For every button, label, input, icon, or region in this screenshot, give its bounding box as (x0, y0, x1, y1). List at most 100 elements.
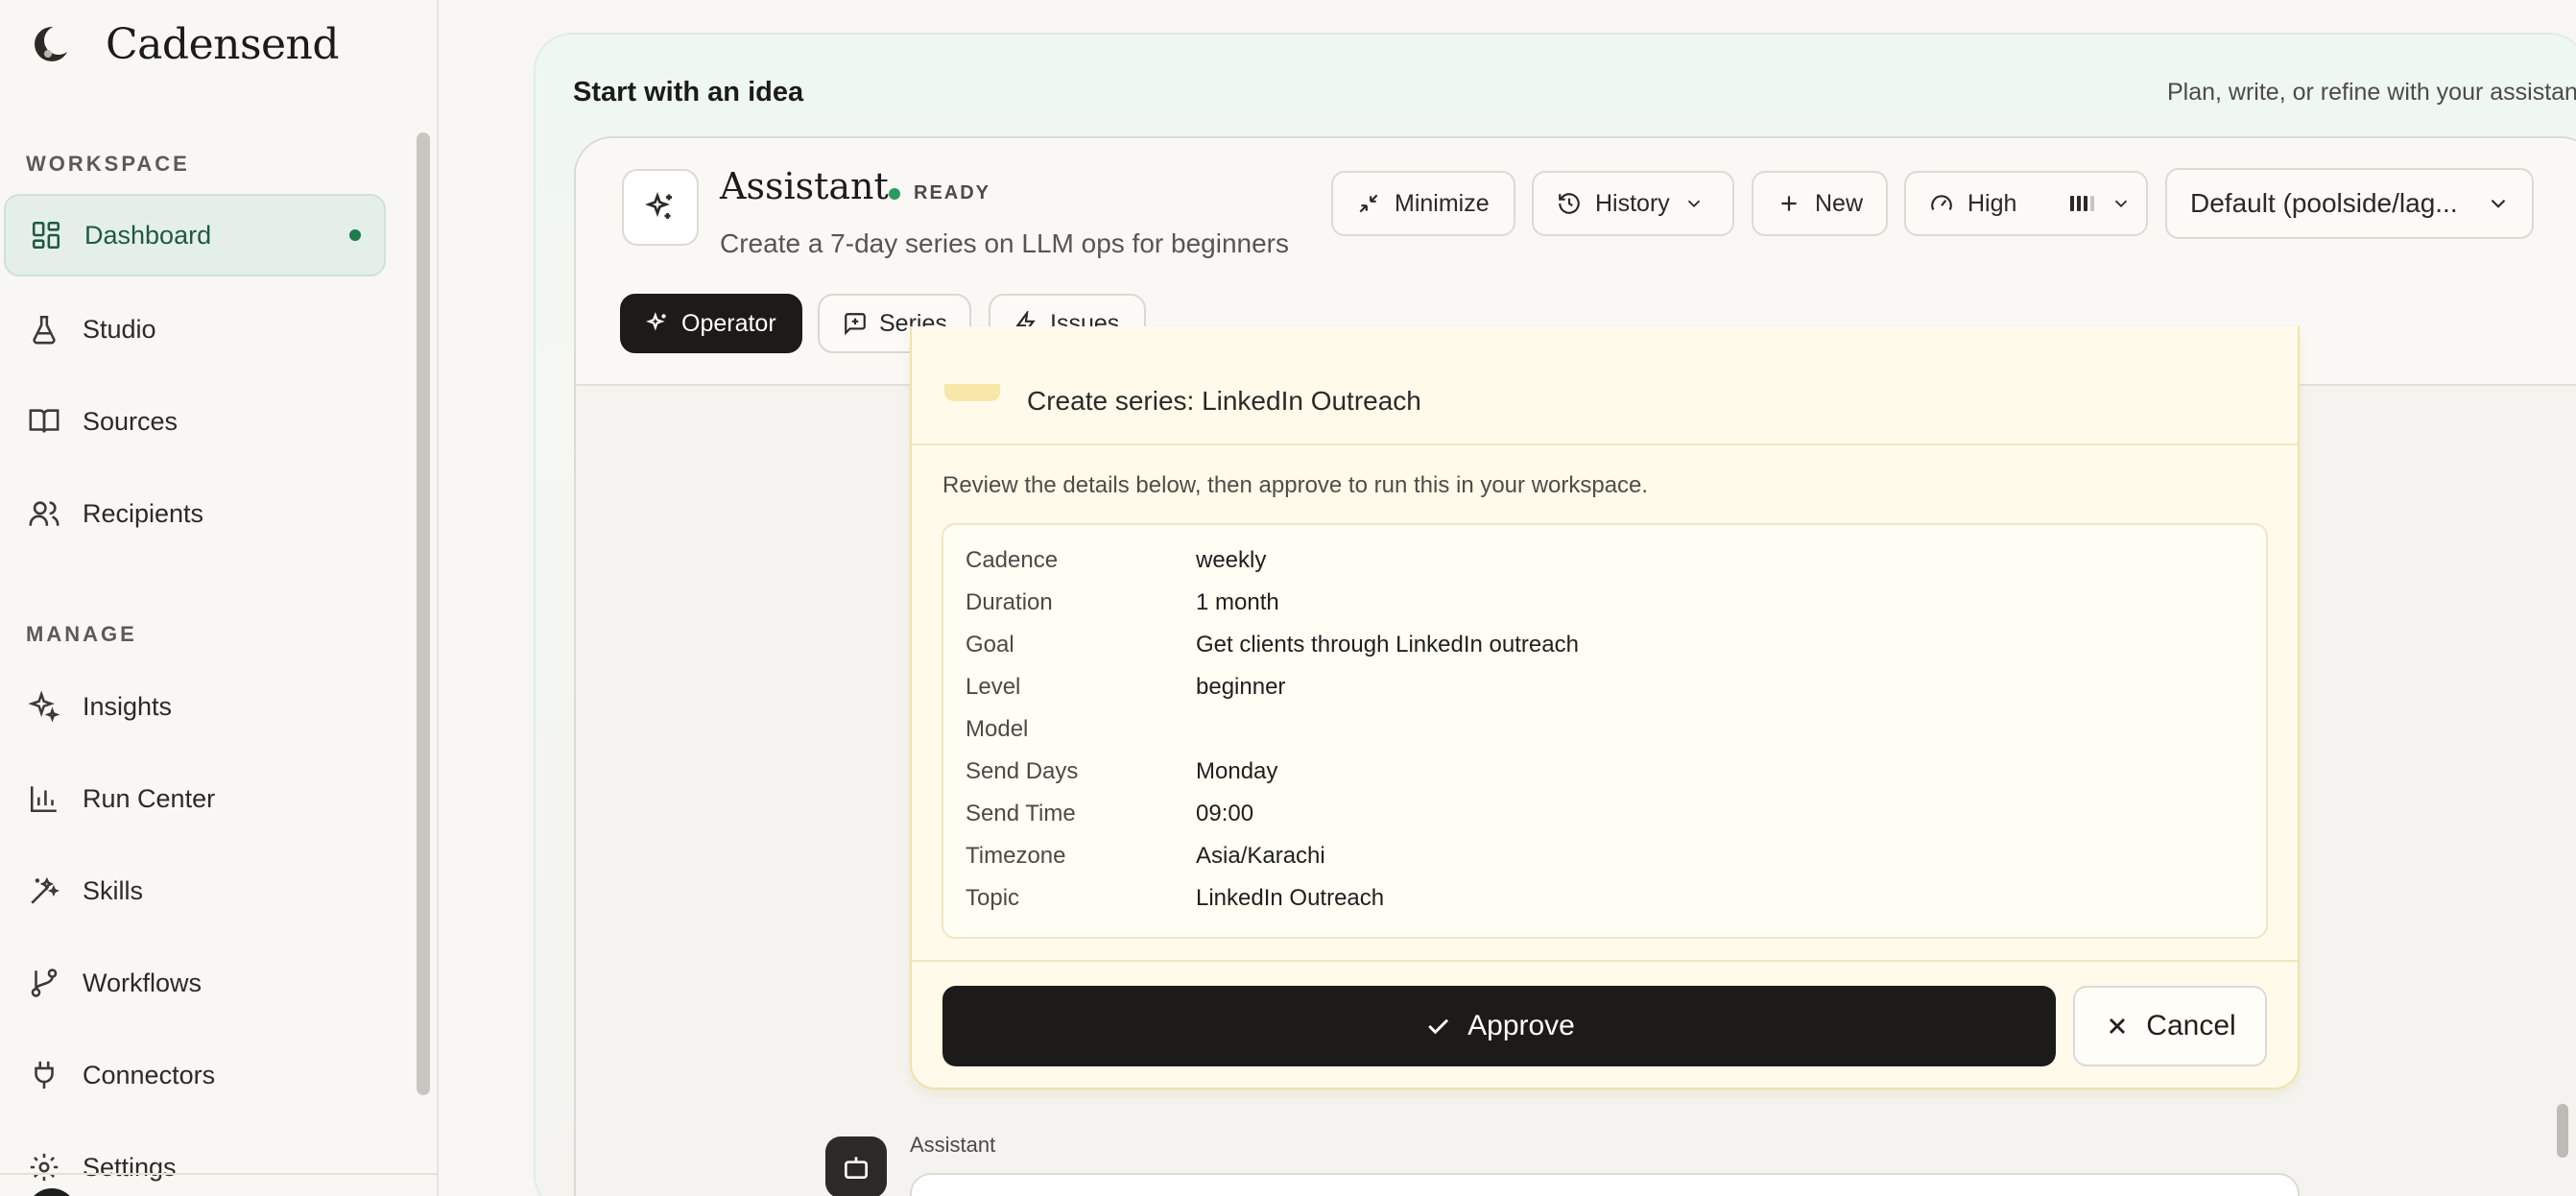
sparkles-icon (645, 192, 672, 219)
detail-key: Cadence (966, 547, 1059, 573)
sidebar-item-label: Settings (83, 1152, 177, 1182)
history-button[interactable]: History (1532, 171, 1734, 236)
detail-key: Timezone (966, 843, 1066, 869)
sidebar-item-label: Studio (83, 314, 156, 344)
detail-row: Level beginner (966, 674, 1285, 708)
sidebar-item-dashboard[interactable]: Dashboard (4, 194, 386, 276)
sidebar-item-label: Connectors (83, 1060, 216, 1089)
detail-value: 1 month (1196, 589, 1279, 615)
history-label: History (1595, 189, 1670, 217)
tab-operator[interactable]: Operator (620, 294, 802, 353)
detail-key: Topic (966, 885, 1020, 911)
page-subtitle: Plan, write, or refine with your assista… (2167, 79, 2576, 106)
book-icon (25, 402, 63, 441)
sidebar-item-settings[interactable]: Settings (4, 1126, 386, 1196)
effort-label: High (1968, 189, 2017, 217)
assistant-title: Assistant (720, 165, 889, 207)
detail-row: Model (966, 716, 1196, 751)
detail-row: Topic LinkedIn Outreach (966, 885, 1384, 920)
detail-value: Get clients through LinkedIn outreach (1196, 632, 1579, 658)
sidebar-item-label: Workflows (83, 968, 203, 997)
sidebar-item-workflows[interactable]: Workflows (4, 942, 386, 1024)
wand-icon (25, 872, 63, 910)
detail-value: LinkedIn Outreach (1196, 885, 1385, 911)
new-label: New (1815, 189, 1864, 217)
brand-name: Cadensend (106, 19, 340, 69)
sidebar-item-label: Run Center (83, 783, 216, 813)
detail-key: Model (966, 716, 1029, 742)
assistant-avatar (825, 1136, 887, 1196)
model-label: Default (poolside/lag... (2190, 188, 2458, 218)
crescent-logo-icon (35, 26, 73, 61)
assistant-icon-button[interactable] (622, 169, 699, 246)
sidebar: Cadensend WORKSPACE Dashboard Studio Sou… (0, 0, 439, 1196)
sparkles-icon (25, 687, 63, 726)
page-title: Start with an idea (573, 77, 804, 108)
approve-button[interactable]: Approve (942, 986, 2056, 1066)
approve-label: Approve (1467, 1010, 1575, 1041)
sidebar-item-run-center[interactable]: Run Center (4, 757, 386, 840)
sidebar-item-label: Dashboard (84, 220, 212, 250)
detail-row: Duration 1 month (966, 589, 1279, 624)
card-icon (944, 384, 1000, 401)
sidebar-item-recipients[interactable]: Recipients (4, 472, 386, 555)
bot-icon (845, 1157, 868, 1179)
tab-label: Operator (681, 309, 776, 337)
users-icon (25, 494, 63, 533)
minimize-label: Minimize (1395, 189, 1490, 217)
plus-icon (1777, 191, 1801, 216)
status-badge: READY (889, 182, 990, 204)
dashboard-icon (27, 216, 65, 254)
sidebar-item-insights[interactable]: Insights (4, 665, 386, 748)
plug-icon (25, 1056, 63, 1094)
sidebar-item-skills[interactable]: Skills (4, 849, 386, 932)
close-icon (2104, 1013, 2131, 1040)
card-description: Review the details below, then approve t… (942, 472, 1649, 498)
sidebar-item-label: Recipients (83, 498, 204, 528)
minimize-button[interactable]: Minimize (1331, 171, 1515, 236)
detail-row: Timezone Asia/Karachi (966, 843, 1325, 877)
effort-select[interactable]: High (1904, 171, 2148, 236)
gauge-icon (1929, 191, 1954, 216)
status-dot (889, 187, 900, 200)
detail-value: weekly (1196, 547, 1267, 573)
detail-key: Duration (966, 589, 1053, 615)
nav-section-workspace: WORKSPACE (26, 152, 190, 176)
cancel-button[interactable]: Cancel (2073, 986, 2267, 1066)
flask-icon (25, 310, 63, 348)
divider (0, 1173, 439, 1175)
check-icon (1423, 1012, 1452, 1041)
sidebar-scrollbar-thumb[interactable] (417, 132, 430, 1095)
level-bars-icon (2068, 193, 2097, 214)
sidebar-item-label: Skills (83, 875, 144, 905)
active-indicator (349, 229, 361, 241)
divider (912, 960, 2298, 962)
sidebar-item-studio[interactable]: Studio (4, 288, 386, 371)
divider (912, 443, 2298, 445)
sidebar-item-sources[interactable]: Sources (4, 380, 386, 463)
chevron-down-icon (2111, 193, 2132, 214)
brand[interactable]: Cadensend (27, 15, 340, 73)
model-select[interactable]: Default (poolside/lag... (2165, 168, 2534, 239)
cancel-label: Cancel (2146, 1010, 2236, 1041)
message-sender: Assistant (910, 1133, 996, 1157)
message-square-icon (843, 311, 868, 336)
sidebar-item-connectors[interactable]: Connectors (4, 1034, 386, 1116)
new-button[interactable]: New (1752, 171, 1888, 236)
chevron-down-icon (2486, 191, 2511, 216)
assistant-subtitle: Create a 7-day series on LLM ops for beg… (720, 228, 1289, 258)
bar-chart-icon (25, 779, 63, 818)
minimize-icon (1356, 191, 1381, 216)
detail-key: Send Time (966, 801, 1076, 826)
detail-value: Monday (1196, 758, 1278, 784)
detail-key: Level (966, 674, 1021, 700)
gear-icon (25, 1148, 63, 1186)
detail-key: Send Days (966, 758, 1079, 784)
status-text: READY (914, 182, 991, 203)
detail-value: Asia/Karachi (1196, 843, 1325, 869)
history-icon (1557, 191, 1582, 216)
main-scrollbar-thumb[interactable] (2557, 1104, 2568, 1158)
detail-row: Cadence weekly (966, 547, 1266, 582)
detail-key: Goal (966, 632, 1014, 658)
nav-section-manage: MANAGE (26, 622, 137, 646)
